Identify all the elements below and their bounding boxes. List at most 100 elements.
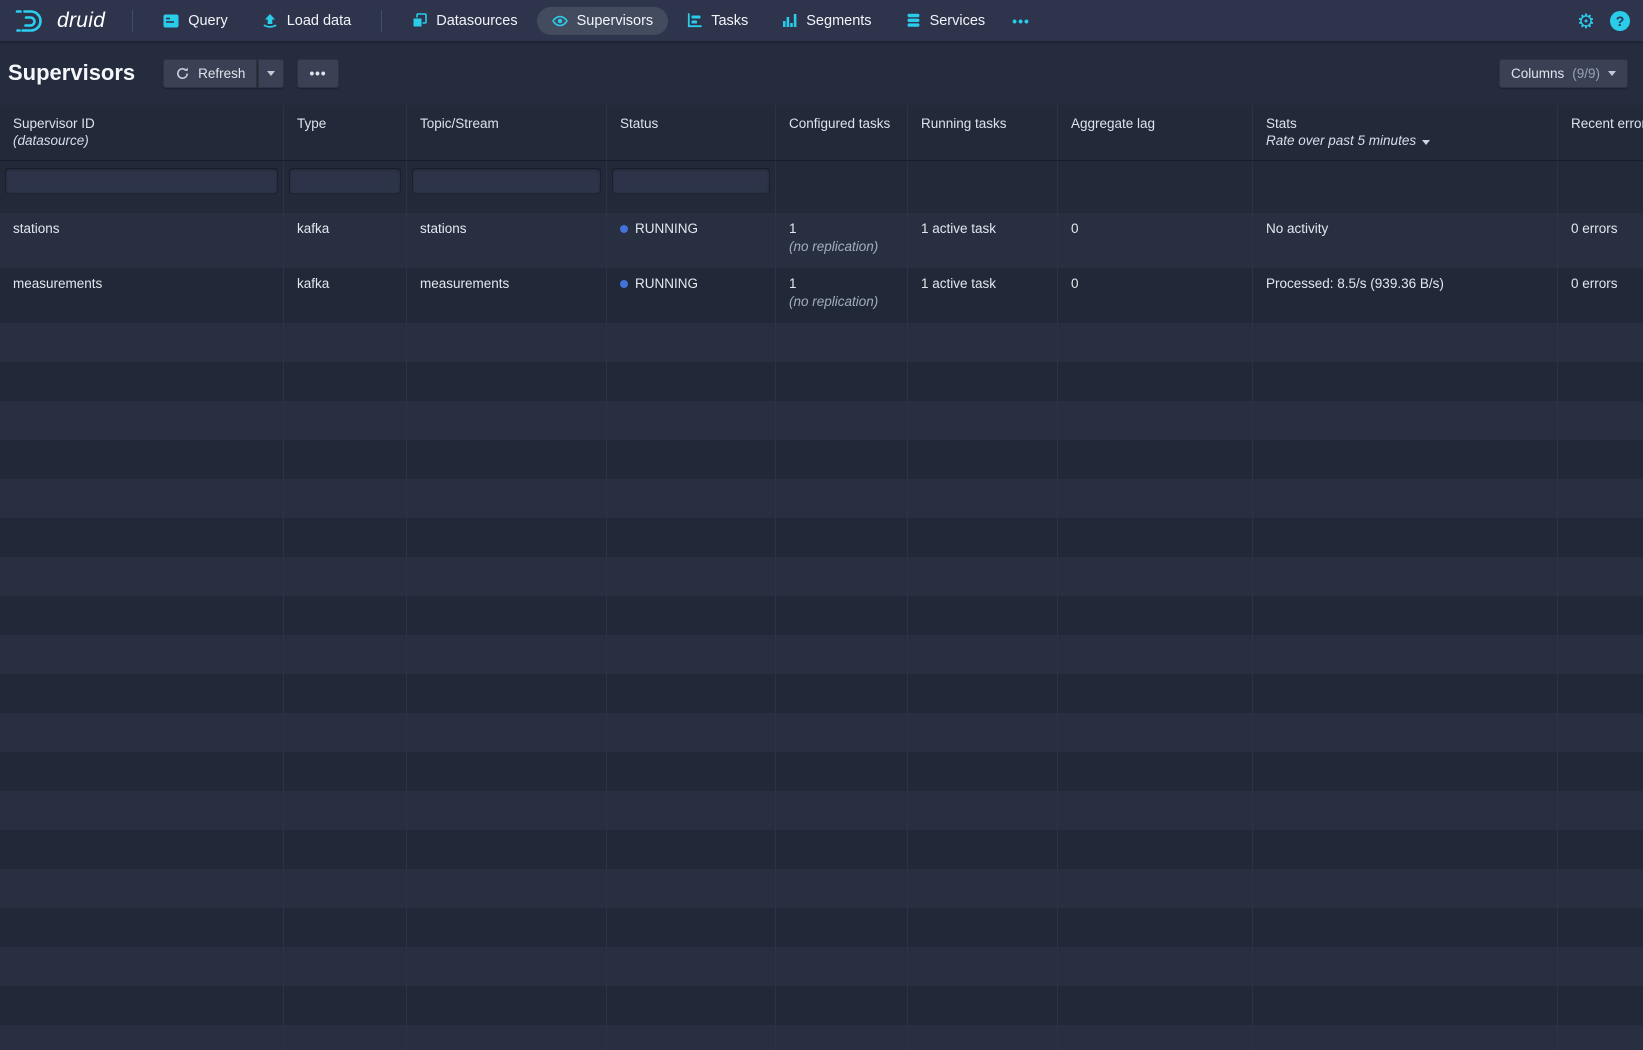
- empty-cell: [1558, 362, 1643, 401]
- refresh-interval-caret-button[interactable]: [257, 59, 284, 88]
- empty-cell: [0, 323, 284, 362]
- table-row-measurements[interactable]: measurements kafka measurements RUNNING …: [0, 268, 1643, 323]
- empty-cell: [776, 947, 908, 986]
- empty-cell: [908, 440, 1058, 479]
- configured-tasks-note: (no replication): [789, 293, 894, 311]
- column-header-topic-stream[interactable]: Topic/Stream: [407, 105, 607, 160]
- empty-cell: [407, 479, 607, 518]
- page-header: Supervisors Refresh ••• Columns (9/9): [0, 41, 1643, 105]
- empty-cell: [1253, 479, 1558, 518]
- empty-cell: [284, 674, 407, 713]
- columns-button-label: Columns: [1511, 66, 1564, 81]
- empty-cell: [1253, 947, 1558, 986]
- column-header-supervisor-id[interactable]: Supervisor ID (datasource): [0, 105, 284, 160]
- empty-cell: [284, 713, 407, 752]
- empty-cell: [607, 440, 776, 479]
- empty-cell: [908, 830, 1058, 869]
- status-filter-input[interactable]: [612, 168, 770, 194]
- table-row-empty: [0, 947, 1643, 986]
- aggregate-lag-cell: 0: [1058, 213, 1253, 268]
- empty-cell: [908, 791, 1058, 830]
- empty-cell: [1253, 830, 1558, 869]
- page-title: Supervisors: [8, 60, 135, 86]
- column-header-configured-tasks[interactable]: Configured tasks: [776, 105, 908, 160]
- columns-button[interactable]: Columns (9/9): [1499, 59, 1628, 88]
- column-header-running-tasks[interactable]: Running tasks: [908, 105, 1058, 160]
- druid-logo[interactable]: druid: [14, 7, 105, 35]
- status-cell: RUNNING: [607, 213, 776, 268]
- nav-item-segments[interactable]: Segments: [767, 7, 886, 35]
- column-header-type[interactable]: Type: [284, 105, 407, 160]
- empty-cell: [0, 674, 284, 713]
- empty-cell: [1253, 869, 1558, 908]
- refresh-button[interactable]: Refresh: [163, 59, 257, 88]
- empty-cell: [607, 869, 776, 908]
- database-icon: [906, 13, 921, 28]
- table-row-stations[interactable]: stations kafka stations RUNNING 1 (no re…: [0, 213, 1643, 268]
- empty-cell: [407, 869, 607, 908]
- column-header-label: Aggregate lag: [1071, 116, 1155, 131]
- empty-cell: [1253, 596, 1558, 635]
- empty-cell: [407, 830, 607, 869]
- empty-cell: [0, 635, 284, 674]
- empty-cell: [1058, 1025, 1253, 1050]
- eye-icon: [552, 14, 568, 28]
- empty-cell: [776, 518, 908, 557]
- nav-item-supervisors[interactable]: Supervisors: [537, 7, 669, 35]
- supervisor-id-filter-input[interactable]: [5, 168, 278, 194]
- nav-item-label: Services: [930, 13, 986, 29]
- type-filter-input[interactable]: [289, 168, 401, 194]
- empty-cell: [1058, 440, 1253, 479]
- supervisors-table: Supervisor ID (datasource) Type Topic/St…: [0, 105, 1643, 1050]
- actions-more-button[interactable]: •••: [297, 59, 338, 88]
- empty-cell: [284, 986, 407, 1025]
- empty-cell: [607, 947, 776, 986]
- column-header-recent-errors[interactable]: Recent errors: [1558, 105, 1643, 160]
- logo-text: druid: [57, 9, 105, 33]
- stats-period-label: Rate over past 5 minutes: [1266, 133, 1416, 148]
- nav-item-query[interactable]: Query: [148, 7, 243, 35]
- empty-cell: [908, 1025, 1058, 1050]
- empty-cell: [776, 401, 908, 440]
- empty-cell: [1058, 791, 1253, 830]
- nav-item-services[interactable]: Services: [891, 7, 1001, 35]
- empty-cell: [776, 479, 908, 518]
- empty-cell: [1558, 1025, 1643, 1050]
- nav-item-load-data[interactable]: Load data: [247, 7, 367, 35]
- empty-cell: [1058, 752, 1253, 791]
- nav-item-datasources[interactable]: Datasources: [397, 7, 532, 35]
- empty-cell: [1558, 713, 1643, 752]
- empty-cell: [407, 635, 607, 674]
- column-header-label: Status: [620, 116, 658, 131]
- empty-cell: [776, 908, 908, 947]
- empty-cell: [1558, 596, 1643, 635]
- empty-cell: [908, 635, 1058, 674]
- column-header-stats[interactable]: Stats Rate over past 5 minutes: [1253, 105, 1558, 160]
- column-header-label: Topic/Stream: [420, 116, 499, 131]
- table-row-empty: [0, 791, 1643, 830]
- table-row-empty: [0, 1025, 1643, 1050]
- empty-cell: [1558, 791, 1643, 830]
- topic-stream-cell: measurements: [407, 268, 607, 323]
- help-icon[interactable]: ?: [1610, 11, 1630, 31]
- settings-gear-icon[interactable]: ⚙: [1577, 11, 1595, 31]
- nav-more-button[interactable]: •••: [1002, 7, 1040, 35]
- empty-cell: [0, 830, 284, 869]
- empty-cell: [1558, 440, 1643, 479]
- empty-cell: [776, 1025, 908, 1050]
- empty-cell: [1558, 908, 1643, 947]
- nav-items: Datasources Supervisors Tasks: [395, 0, 1040, 41]
- stats-period-selector[interactable]: Rate over past 5 minutes: [1266, 133, 1544, 148]
- column-header-status[interactable]: Status: [607, 105, 776, 160]
- empty-cell: [284, 362, 407, 401]
- nav-item-tasks[interactable]: Tasks: [672, 7, 763, 35]
- table-row-empty: [0, 323, 1643, 362]
- empty-cell: [908, 869, 1058, 908]
- empty-cell: [607, 518, 776, 557]
- empty-cell: [908, 518, 1058, 557]
- empty-cell: [908, 674, 1058, 713]
- topic-stream-filter-input[interactable]: [412, 168, 601, 194]
- column-header-aggregate-lag[interactable]: Aggregate lag: [1058, 105, 1253, 160]
- empty-cell: [908, 479, 1058, 518]
- column-header-label: Recent errors: [1571, 116, 1643, 131]
